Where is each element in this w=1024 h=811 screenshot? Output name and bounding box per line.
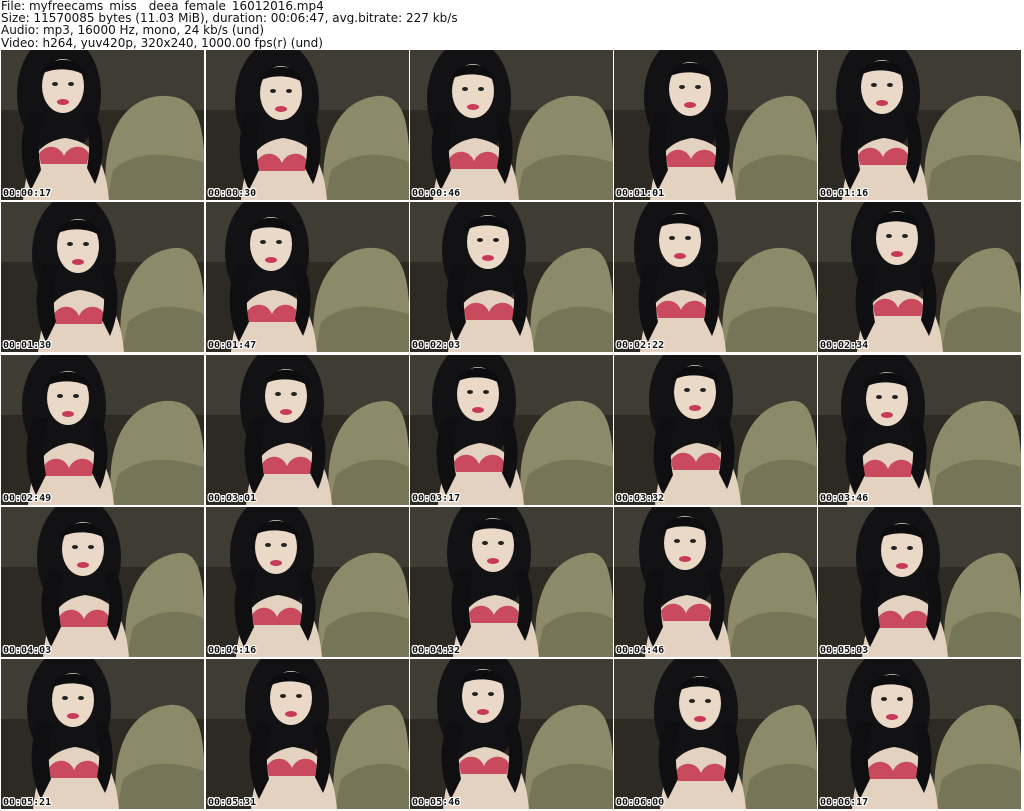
thumbnail-image bbox=[206, 202, 409, 352]
video-thumbnail: 00:05:31 bbox=[206, 659, 409, 809]
thumbnail-timestamp: 00:06:00 bbox=[616, 797, 665, 808]
video-thumbnail: 00:01:47 bbox=[206, 202, 409, 352]
thumbnail-timestamp: 00:03:01 bbox=[208, 493, 257, 504]
thumbnail-image bbox=[614, 355, 817, 505]
video-thumbnail: 00:06:17 bbox=[818, 659, 1021, 809]
thumbnail-timestamp: 00:00:30 bbox=[208, 188, 257, 199]
video-thumbnail: 00:01:30 bbox=[1, 202, 204, 352]
thumbnail-timestamp: 00:02:03 bbox=[412, 340, 461, 351]
file-name-line: File: myfreecams_miss__deea_female_16012… bbox=[1, 0, 324, 13]
video-thumbnail: 00:00:17 bbox=[1, 50, 204, 200]
video-thumbnail: 00:00:46 bbox=[410, 50, 613, 200]
thumbnail-image bbox=[206, 507, 409, 657]
video-thumbnail: 00:02:03 bbox=[410, 202, 613, 352]
file-size-line: Size: 11570085 bytes (11.03 MiB), durati… bbox=[1, 12, 458, 25]
video-thumbnail: 00:01:16 bbox=[818, 50, 1021, 200]
thumbnail-image bbox=[1, 659, 204, 809]
thumbnail-image bbox=[410, 202, 613, 352]
thumbnail-image bbox=[410, 50, 613, 200]
thumbnail-image bbox=[614, 202, 817, 352]
thumbnail-timestamp: 00:01:01 bbox=[616, 188, 665, 199]
thumbnail-timestamp: 00:02:34 bbox=[820, 340, 869, 351]
thumbnail-timestamp: 00:01:16 bbox=[820, 188, 869, 199]
video-thumbnail: 00:01:01 bbox=[614, 50, 817, 200]
thumbnail-image bbox=[206, 50, 409, 200]
video-thumbnail: 00:02:49 bbox=[1, 355, 204, 505]
thumbnail-image bbox=[410, 355, 613, 505]
thumbnail-image bbox=[206, 355, 409, 505]
thumbnail-image bbox=[818, 355, 1021, 505]
video-thumbnail: 00:00:30 bbox=[206, 50, 409, 200]
video-thumbnail: 00:03:46 bbox=[818, 355, 1021, 505]
video-thumbnail: 00:05:46 bbox=[410, 659, 613, 809]
thumbnail-timestamp: 00:00:17 bbox=[3, 188, 52, 199]
thumbnail-timestamp: 00:04:46 bbox=[616, 645, 665, 656]
thumbnail-timestamp: 00:03:46 bbox=[820, 493, 869, 504]
file-info-header: File: myfreecams_miss__deea_female_16012… bbox=[1, 0, 1021, 50]
thumbnail-timestamp: 00:01:47 bbox=[208, 340, 257, 351]
thumbnail-timestamp: 00:01:30 bbox=[3, 340, 52, 351]
video-thumbnail: 00:03:17 bbox=[410, 355, 613, 505]
video-thumbnail: 00:04:32 bbox=[410, 507, 613, 657]
thumbnail-image bbox=[410, 659, 613, 809]
thumbnail-image bbox=[818, 507, 1021, 657]
video-thumbnail: 00:04:46 bbox=[614, 507, 817, 657]
thumbnail-timestamp: 00:05:31 bbox=[208, 797, 257, 808]
thumbnail-image bbox=[614, 50, 817, 200]
video-thumbnail: 00:06:00 bbox=[614, 659, 817, 809]
thumbnail-image bbox=[410, 507, 613, 657]
thumbnail-timestamp: 00:02:49 bbox=[3, 493, 52, 504]
thumbnail-image bbox=[1, 355, 204, 505]
thumbnail-image bbox=[1, 50, 204, 200]
thumbnail-timestamp: 00:05:21 bbox=[3, 797, 52, 808]
video-thumbnail: 00:02:22 bbox=[614, 202, 817, 352]
thumbnail-image bbox=[1, 507, 204, 657]
thumbnail-image bbox=[614, 507, 817, 657]
video-thumbnail: 00:04:03 bbox=[1, 507, 204, 657]
thumbnail-image bbox=[818, 659, 1021, 809]
thumbnail-timestamp: 00:00:46 bbox=[412, 188, 461, 199]
thumbnail-timestamp: 00:04:32 bbox=[412, 645, 461, 656]
thumbnail-timestamp: 00:03:32 bbox=[616, 493, 665, 504]
thumbnail-timestamp: 00:06:17 bbox=[820, 797, 869, 808]
thumbnail-image bbox=[818, 50, 1021, 200]
thumbnail-image bbox=[206, 659, 409, 809]
thumbnail-timestamp: 00:04:16 bbox=[208, 645, 257, 656]
video-thumbnail: 00:05:21 bbox=[1, 659, 204, 809]
video-thumbnail: 00:05:03 bbox=[818, 507, 1021, 657]
thumbnail-timestamp: 00:05:46 bbox=[412, 797, 461, 808]
video-thumbnail: 00:03:01 bbox=[206, 355, 409, 505]
thumbnail-grid: 00:00:17 00:00:30 00:00:46 00:01:01 00:01:16… bbox=[0, 50, 1024, 811]
thumbnail-image bbox=[818, 202, 1021, 352]
thumbnail-image bbox=[1, 202, 204, 352]
video-thumbnail: 00:03:32 bbox=[614, 355, 817, 505]
video-thumbnail: 00:02:34 bbox=[818, 202, 1021, 352]
video-info-line: Video: h264, yuv420p, 320x240, 1000.00 f… bbox=[1, 36, 323, 49]
thumbnail-image bbox=[614, 659, 817, 809]
thumbnail-timestamp: 00:05:03 bbox=[820, 645, 869, 656]
audio-info-line: Audio: mp3, 16000 Hz, mono, 24 kb/s (und… bbox=[1, 24, 265, 37]
thumbnail-timestamp: 00:02:22 bbox=[616, 340, 665, 351]
thumbnail-timestamp: 00:03:17 bbox=[412, 493, 461, 504]
thumbnail-timestamp: 00:04:03 bbox=[3, 645, 52, 656]
video-thumbnail: 00:04:16 bbox=[206, 507, 409, 657]
